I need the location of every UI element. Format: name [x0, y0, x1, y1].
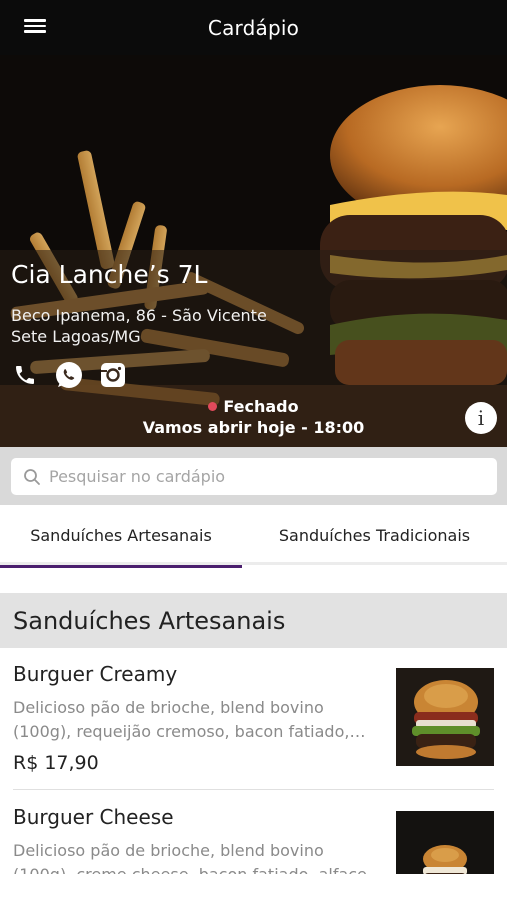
product-divider [13, 789, 494, 790]
instagram-icon[interactable] [98, 360, 128, 390]
product-name: Burguer Creamy [13, 662, 178, 686]
search-bar-container [0, 447, 507, 505]
search-box [11, 458, 497, 495]
opening-time: Vamos abrir hoje - 18:00 [142, 418, 365, 437]
section-title: Sanduíches Artesanais [0, 593, 507, 648]
bottom-spacer [0, 874, 507, 900]
product-price: R$ 17,90 [13, 752, 99, 774]
category-tabs: Sanduíches Artesanais Sanduíches Tradici… [0, 505, 507, 568]
product-image [396, 811, 494, 874]
product-description: Delicioso pão de brioche, blend bovino (… [13, 698, 350, 741]
store-name: Cia Lanche’s 7L [11, 260, 208, 289]
product-item[interactable]: Burguer Cheese Delicioso pão de brioche,… [0, 791, 507, 874]
phone-icon[interactable] [10, 360, 40, 390]
page-title: Cardápio [207, 15, 300, 40]
status-text: Fechado [223, 397, 299, 416]
social-links [10, 360, 128, 390]
info-icon[interactable]: i [465, 402, 497, 434]
whatsapp-icon[interactable] [54, 360, 84, 390]
product-image [396, 668, 494, 766]
product-list: Burguer Creamy Delicioso pão de brioche,… [0, 648, 507, 874]
closed-status-dot [208, 402, 218, 411]
store-banner: Cia Lanche’s 7L Beco Ipanema, 86 - São V… [0, 55, 507, 447]
product-item[interactable]: Burguer Creamy Delicioso pão de brioche,… [0, 648, 507, 790]
top-app-bar: Cardápio [0, 0, 507, 55]
tab-sanduiches-tradicionais[interactable]: Sanduíches Tradicionais [242, 505, 507, 565]
address-line-1: Beco Ipanema, 86 - São Vicente [11, 306, 267, 325]
product-name: Burguer Cheese [13, 805, 174, 829]
store-address: Beco Ipanema, 86 - São Vicente Sete Lago… [11, 305, 267, 347]
tab-sanduiches-artesanais[interactable]: Sanduíches Artesanais [0, 505, 242, 568]
hamburger-menu-icon[interactable] [18, 16, 52, 40]
search-input[interactable] [49, 467, 469, 486]
search-icon [24, 468, 40, 485]
store-status: Fechado Vamos abrir hoje - 18:00 [0, 397, 507, 437]
product-description: Delicioso pão de brioche, blend bovino (… [13, 841, 367, 874]
address-line-2: Sete Lagoas/MG [11, 327, 141, 346]
